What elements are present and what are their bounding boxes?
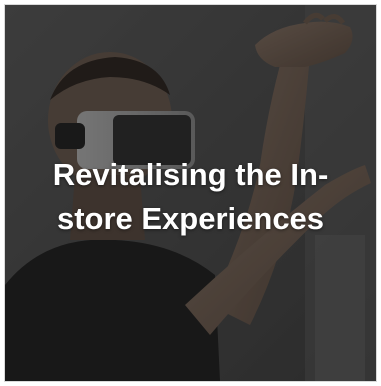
experience-tile[interactable]: Revitalising the In- store Experiences	[5, 5, 376, 381]
tile-title: Revitalising the In- store Experiences	[17, 153, 364, 241]
tile-title-line-1: Revitalising the In-	[52, 157, 329, 192]
tile-title-line-2: store Experiences	[56, 201, 325, 236]
